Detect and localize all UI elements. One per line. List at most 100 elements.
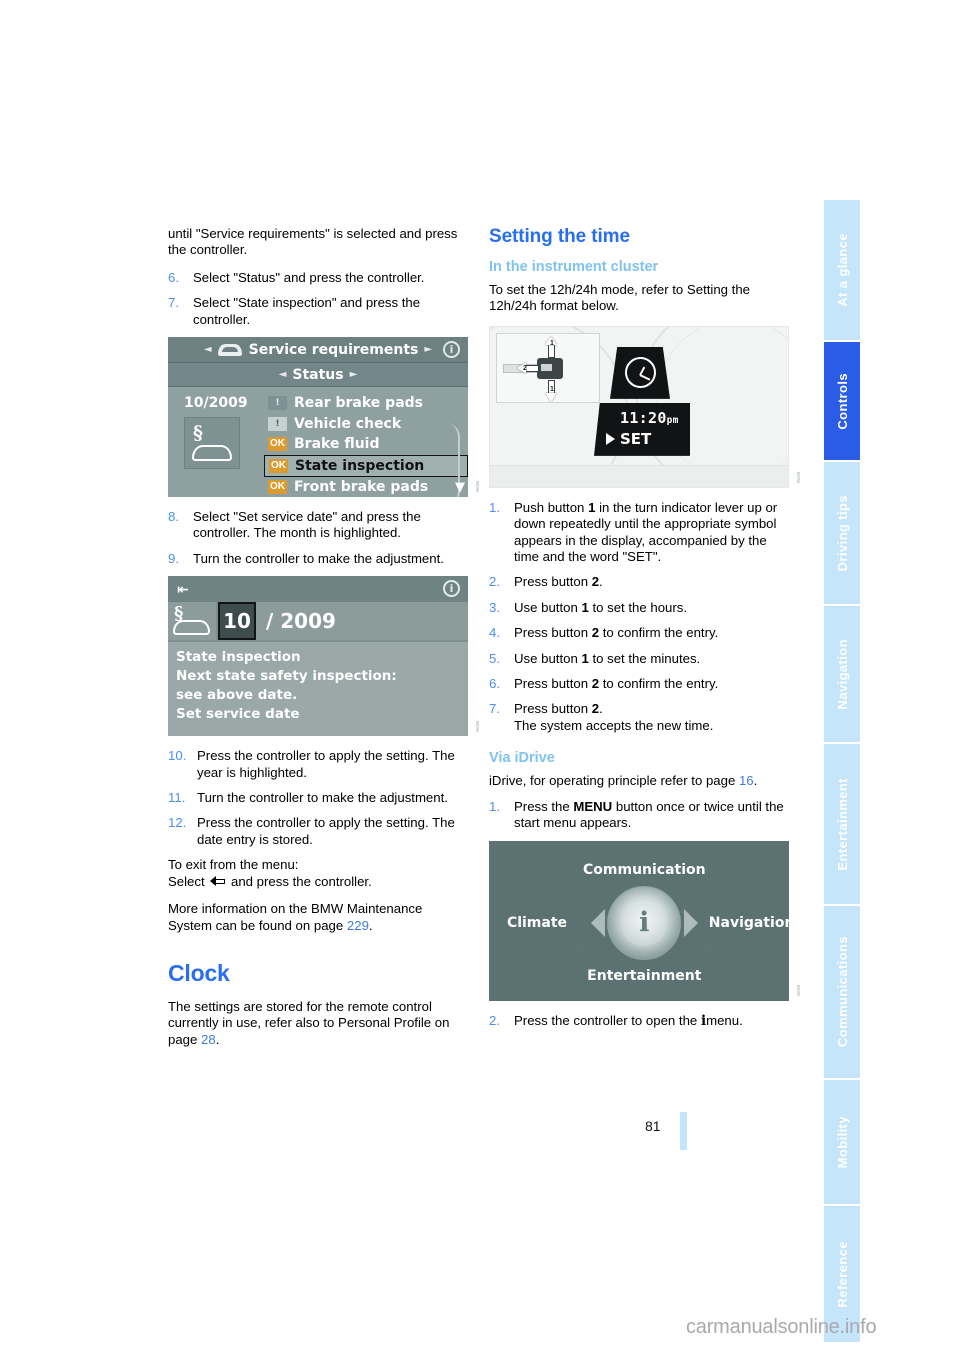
screen-top-bar: ⇤ i: [168, 576, 468, 603]
tab-mobility[interactable]: Mobility: [824, 1080, 860, 1204]
tab-controls[interactable]: Controls: [824, 342, 860, 460]
step-number: 1.: [489, 798, 500, 814]
screen-title: Service requirements: [248, 341, 419, 358]
month-field[interactable]: 10: [218, 602, 256, 641]
year-field[interactable]: / 2009: [256, 602, 468, 640]
step-text: Select "State inspection" and press the …: [193, 295, 421, 327]
set-label: SET: [620, 429, 652, 448]
page-reference-28[interactable]: 28: [201, 1032, 216, 1047]
idrive-controller-icon[interactable]: i: [607, 885, 682, 960]
page-reference-16[interactable]: 16: [739, 773, 754, 788]
tab-label: Driving tips: [834, 494, 850, 572]
exit-line-2-suffix: and press the controller.: [231, 873, 372, 889]
figure-instrument-cluster: 11:20pm SET 1 1 2 BMW: [489, 325, 801, 488]
step-item: 3. Use button 1 to set the hours.: [489, 600, 789, 616]
list-item[interactable]: OK Front brake pads: [266, 477, 468, 498]
step-item: 7. Press button 2. The system accepts the…: [489, 701, 789, 734]
scroll-down-icon[interactable]: ▼: [455, 480, 465, 495]
figure-start-menu: Communication Climate i Navigation Enter…: [489, 840, 801, 1001]
date-entry-row: § 10 / 2009: [168, 602, 468, 643]
lever-body: [537, 357, 563, 379]
step-number: 11.: [168, 790, 186, 806]
paragraph-symbol-icon: §: [193, 422, 203, 445]
list-item[interactable]: Rear brake pads: [266, 393, 468, 414]
list-item[interactable]: OK Brake fluid: [266, 434, 468, 455]
info-icon[interactable]: i: [443, 341, 460, 359]
step-item: 8. Select "Set service date" and press t…: [168, 509, 468, 542]
step-number: 10.: [168, 748, 187, 764]
set-service-date-screen: ⇤ i § 10 / 2009 State inspection Next st…: [168, 576, 468, 737]
via-idrive-subheading: Via iDrive: [489, 750, 555, 767]
steps-list-c: 10. Press the controller to apply the se…: [168, 748, 468, 848]
car-silhouette-icon: [173, 620, 210, 636]
step-item: 11. Turn the controller to make the adju…: [168, 790, 468, 806]
grid-cell-empty: [707, 950, 789, 1001]
figure-service-requirements: ◄ Service requirements ► i ◄ Status ► 10…: [168, 337, 480, 498]
step-item: 5. Use button 1 to set the minutes.: [489, 651, 789, 667]
step-text: Press the controller to apply the settin…: [197, 748, 455, 780]
tab-label: Entertainment: [834, 777, 850, 871]
car-icon: [217, 343, 242, 356]
left-column: until "Service requirements" is selected…: [168, 226, 480, 1059]
ok-icon: OK: [268, 437, 287, 452]
info-line: Set service date: [176, 706, 300, 723]
clock-text-suffix: .: [215, 1031, 220, 1047]
chevron-right-icon: [683, 908, 698, 937]
list-item[interactable]: Vehicle check: [266, 414, 468, 435]
tab-label: Mobility: [834, 1115, 850, 1169]
callout-1-bottom: 1: [550, 385, 554, 393]
time-display: 11:20pm SET: [594, 402, 690, 456]
step-number: 3.: [489, 599, 500, 615]
info-icon[interactable]: i: [443, 580, 460, 598]
step-text: Select "Status" and press the controller…: [193, 269, 425, 285]
step-item: 1. Press the MENU button once or twice u…: [489, 799, 789, 832]
step-number: 5.: [489, 650, 500, 666]
step-number: 9.: [168, 550, 179, 566]
tab-communications[interactable]: Communications: [824, 906, 860, 1078]
callout-2: 2: [523, 364, 527, 372]
menu-item-navigation[interactable]: Navigation: [707, 896, 789, 949]
step-text: Turn the controller to make the adjustme…: [193, 550, 444, 566]
tab-driving-tips[interactable]: Driving tips: [824, 462, 860, 604]
step-item: 9. Turn the controller to make the adjus…: [168, 551, 468, 567]
menu-item-climate[interactable]: Climate: [493, 896, 581, 949]
clock-symbol-display: [610, 346, 670, 399]
menu-label: Communication: [583, 861, 706, 878]
back-arrow-icon[interactable]: ⇤: [177, 582, 189, 598]
page-number: 81: [645, 1118, 661, 1134]
next-arrow-icon[interactable]: ►: [350, 369, 358, 380]
right-column: Setting the time In the instrument clust…: [489, 226, 801, 1038]
step-number: 6.: [168, 269, 179, 285]
turn-indicator-lever-inset: 1 1 2: [496, 332, 600, 403]
play-caret-icon: [606, 432, 615, 445]
more-info-suffix: .: [368, 917, 373, 933]
step-number: 7.: [489, 701, 500, 717]
clock-heading: Clock: [168, 959, 230, 986]
start-menu-grid: Communication Climate i Navigation Enter…: [493, 844, 789, 1001]
figure-code: BMW: [796, 472, 801, 484]
next-arrow-icon[interactable]: ►: [424, 344, 432, 355]
chevron-left-icon: [591, 908, 605, 937]
service-item-list: Rear brake pads Vehicle check OK Brake f…: [264, 393, 468, 498]
prev-arrow-icon[interactable]: ◄: [279, 369, 287, 380]
tab-entertainment[interactable]: Entertainment: [824, 744, 860, 904]
step-number: 12.: [168, 815, 187, 831]
info-menu-icon[interactable]: i: [621, 899, 668, 946]
idrive-intro-paragraph: iDrive, for operating principle refer to…: [489, 773, 789, 789]
page-reference-229[interactable]: 229: [347, 918, 369, 933]
steps-list-a: 6. Select "Status" and press the control…: [168, 270, 468, 328]
idrive-start-menu-screen: Communication Climate i Navigation Enter…: [489, 840, 789, 1001]
info-line: Next state safety inspection:: [176, 668, 397, 685]
idrive-intro-text: iDrive, for operating principle refer to…: [489, 773, 736, 789]
step-text: Press button 2. The system accepts the ne…: [514, 701, 714, 733]
tab-at-a-glance[interactable]: At a glance: [824, 200, 860, 340]
step-text: Press the controller to apply the settin…: [197, 815, 455, 847]
step-number: 7.: [168, 295, 179, 311]
list-item-selected[interactable]: OK State inspection: [264, 454, 468, 477]
tab-navigation[interactable]: Navigation: [824, 606, 860, 742]
step-item: 1. Push button 1 in the turn indicator l…: [489, 500, 789, 566]
step-text: Turn the controller to make the adjustme…: [197, 790, 448, 806]
step-item: 7. Select "State inspection" and press t…: [168, 295, 468, 328]
figure-set-service-date: ⇤ i § 10 / 2009 State inspection Next st…: [168, 576, 480, 737]
prev-arrow-icon[interactable]: ◄: [204, 344, 212, 355]
